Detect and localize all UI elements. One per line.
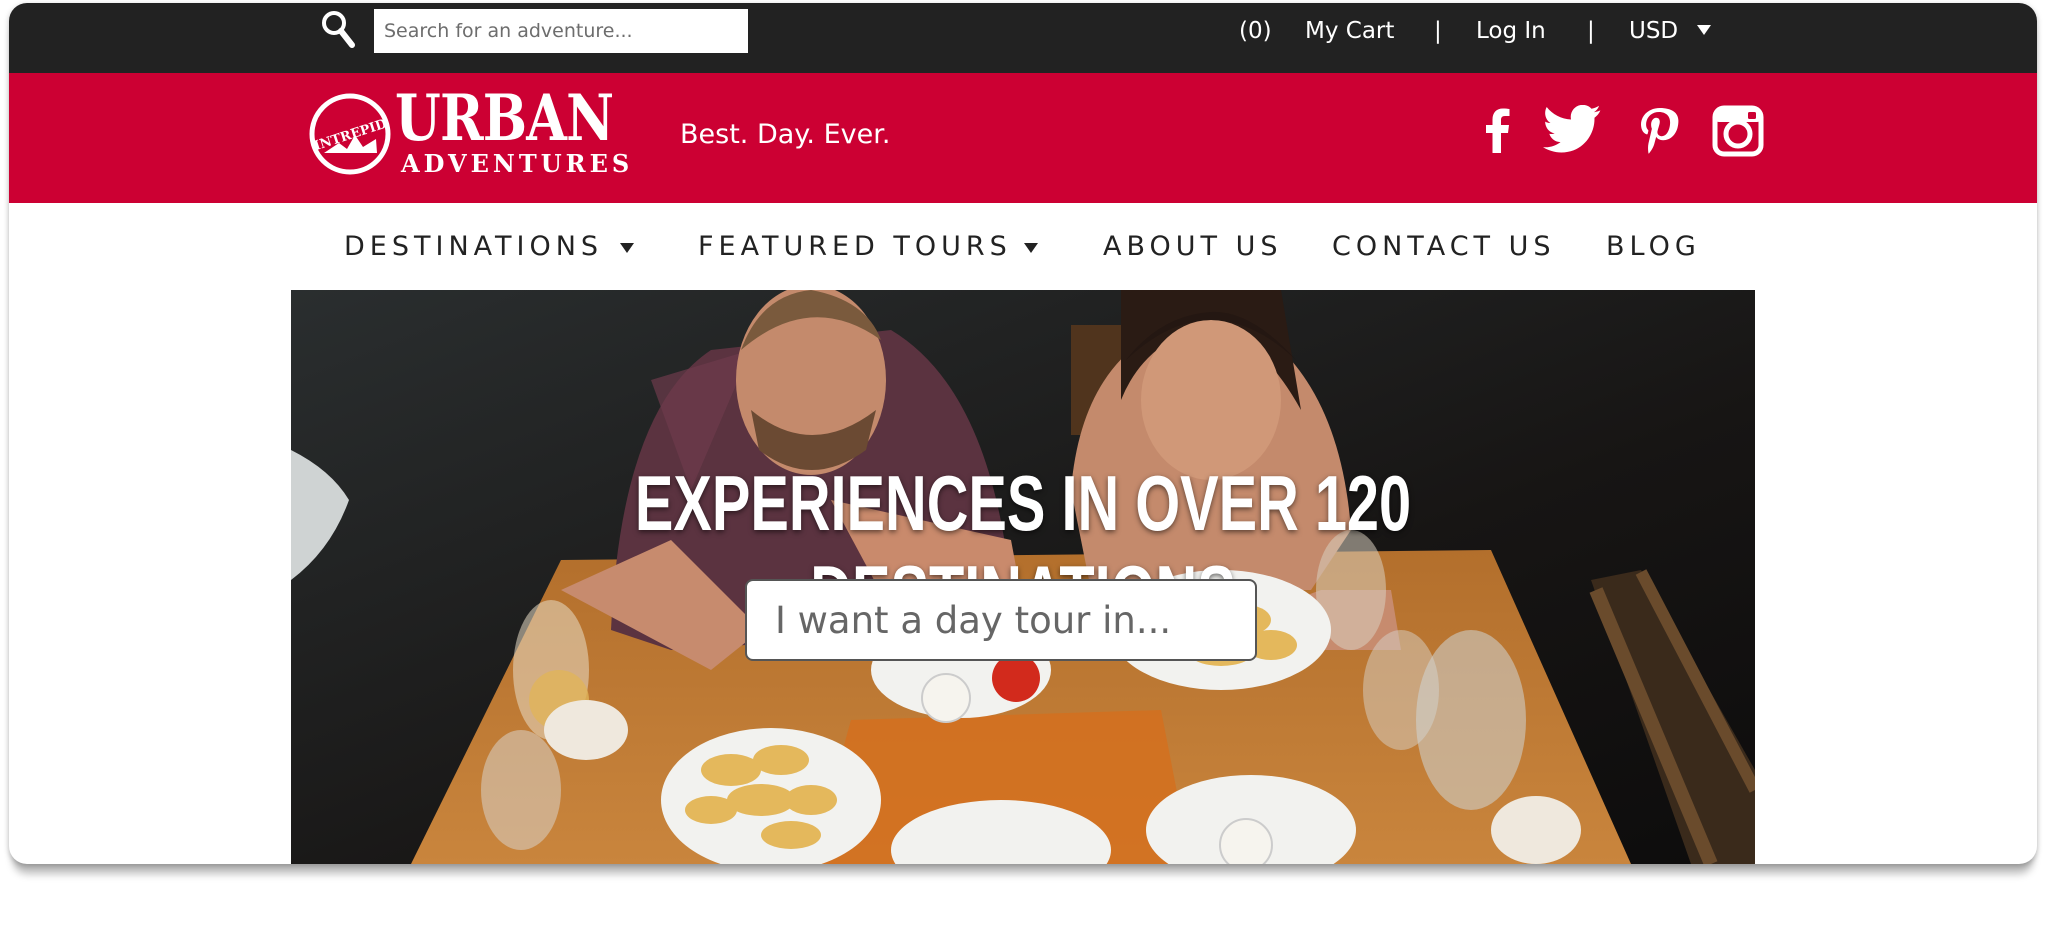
facebook-icon[interactable] <box>1471 105 1523 157</box>
intrepid-logo-icon[interactable]: INTREPID <box>309 93 391 175</box>
separator: | <box>1587 18 1595 44</box>
day-tour-search-input[interactable] <box>745 579 1257 661</box>
currency-select[interactable]: USD <box>1629 13 1678 49</box>
hero-banner: EXPERIENCES IN OVER 120 DESTINATIONS <box>291 290 1755 864</box>
cart-count: (0) <box>1239 18 1272 44</box>
nav-featured-tours[interactable]: FEATURED TOURS <box>698 229 1012 265</box>
chevron-down-icon[interactable] <box>620 243 634 253</box>
pinterest-icon[interactable] <box>1633 105 1685 157</box>
search-icon[interactable] <box>320 10 356 50</box>
site-search-input[interactable] <box>374 9 748 53</box>
twitter-icon[interactable] <box>1543 105 1603 157</box>
main-nav: DESTINATIONS FEATURED TOURS ABOUT US CON… <box>9 203 2037 290</box>
nav-contact-us[interactable]: CONTACT US <box>1332 229 1556 265</box>
top-utility-bar: (0) My Cart | Log In | USD <box>9 3 2037 73</box>
login-link[interactable]: Log In <box>1476 13 1546 49</box>
browser-window: (0) My Cart | Log In | USD INTREPID URBA… <box>9 3 2037 864</box>
chevron-down-icon[interactable] <box>1024 243 1038 253</box>
logo-wordmark[interactable]: URBAN <box>395 87 614 151</box>
nav-destinations[interactable]: DESTINATIONS <box>344 229 603 265</box>
tagline: Best. Day. Ever. <box>680 119 891 150</box>
chevron-down-icon[interactable] <box>1697 25 1711 35</box>
nav-blog[interactable]: BLOG <box>1606 229 1701 265</box>
separator: | <box>1434 18 1442 44</box>
instagram-icon[interactable] <box>1712 105 1764 157</box>
brand-header: INTREPID URBAN ADVENTURES Best. Day. Eve… <box>9 73 2037 203</box>
logo-subtitle: ADVENTURES <box>401 149 634 178</box>
my-cart-link[interactable]: My Cart <box>1305 13 1394 49</box>
nav-about-us[interactable]: ABOUT US <box>1103 229 1283 265</box>
